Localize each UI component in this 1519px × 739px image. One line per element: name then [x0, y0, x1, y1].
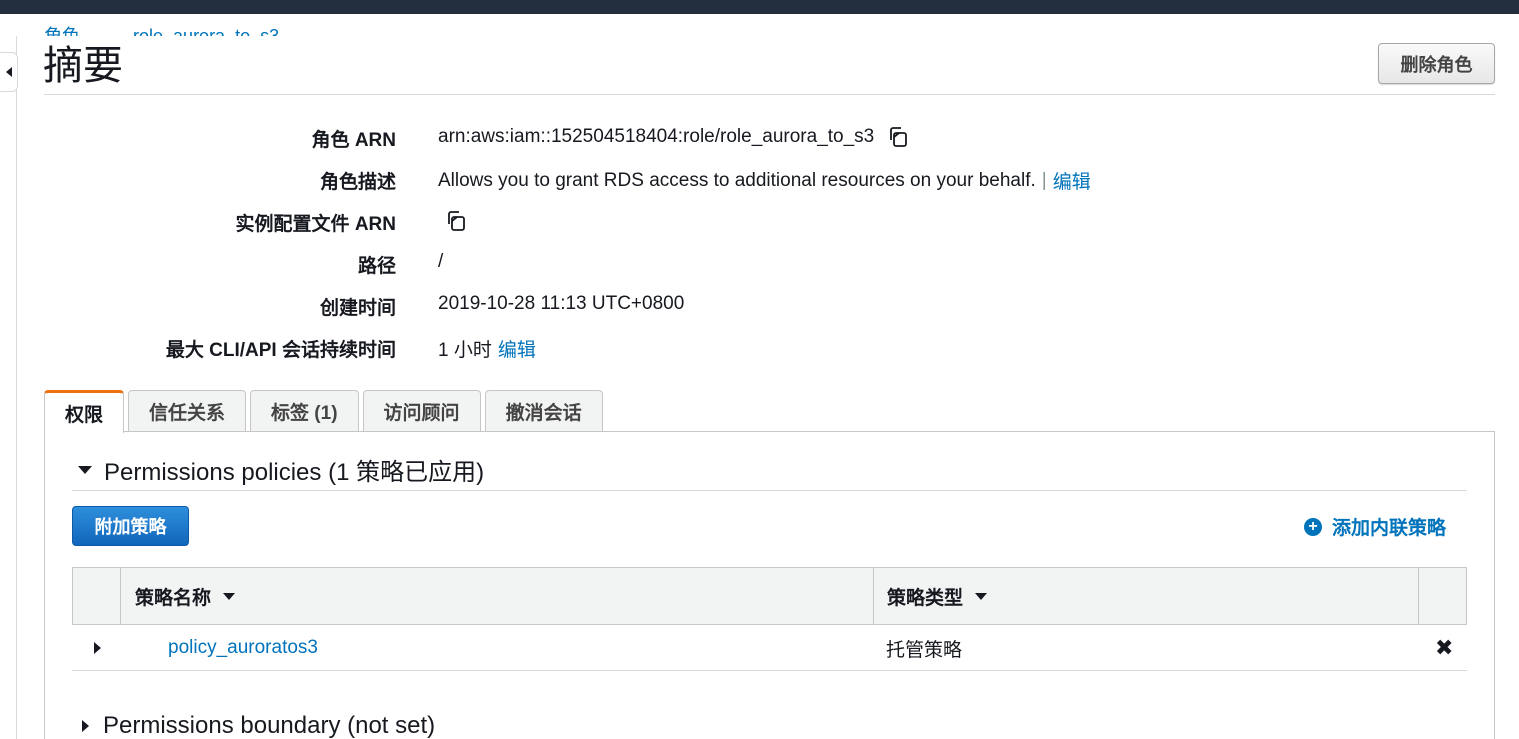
breadcrumb-current-role: role_aurora_to_s3 [133, 26, 280, 36]
tab-permissions[interactable]: 权限 [44, 390, 125, 433]
delete-role-button[interactable]: 删除角色 [1378, 43, 1495, 84]
caret-down-icon [78, 465, 92, 474]
max-session-value-group: 1 小时 编辑 [438, 335, 536, 362]
breadcrumb-roles-link[interactable]: 角色 [44, 26, 80, 36]
max-session-label: 最大 CLI/API 会话持续时间 [165, 340, 396, 361]
sort-caret-icon [223, 592, 236, 600]
tab-trust-relationships[interactable]: 信任关系 [128, 390, 247, 432]
description-value: Allows you to grant RDS access to additi… [438, 169, 1036, 191]
remove-policy-button[interactable]: ✖ [1435, 625, 1453, 671]
close-icon: ✖ [1435, 635, 1454, 660]
path-value: / [438, 251, 444, 272]
permissions-policies-toggle[interactable]: Permissions policies (1 策略已应用) [78, 452, 484, 487]
created-label: 创建时间 [319, 298, 396, 319]
plus-circle-icon: + [1304, 517, 1322, 536]
section-divider [72, 490, 1467, 491]
permissions-boundary-toggle[interactable]: Permissions boundary (not set) [78, 712, 435, 739]
breadcrumb: 角色 role_aurora_to_s3 [44, 16, 327, 36]
sort-caret-icon [975, 592, 988, 600]
summary-row-created: 创建时间 2019-10-28 11:13 UTC+0800 [0, 285, 1200, 327]
column-policy-name-label: 策略名称 [135, 587, 212, 609]
description-value-group: Allows you to grant RDS access to additi… [438, 167, 1091, 194]
policy-name-cell: policy_auroratos3 [168, 625, 318, 671]
edit-description-link[interactable]: 编辑 [1053, 167, 1091, 194]
description-label: 角色描述 [319, 172, 396, 193]
tab-tags[interactable]: 标签 (1) [250, 390, 359, 432]
policy-type-cell: 托管策略 [886, 639, 963, 661]
table-header: 策略名称 策略类型 [72, 567, 1467, 625]
max-session-value: 1 小时 [438, 340, 492, 361]
instance-profile-value-group [432, 209, 468, 233]
copy-icon[interactable] [886, 125, 910, 149]
top-navigation-bar [0, 0, 1519, 14]
created-value: 2019-10-28 11:13 UTC+0800 [438, 293, 685, 314]
summary-row-description: 角色描述 Allows you to grant RDS access to a… [0, 159, 1200, 201]
copy-icon[interactable] [444, 209, 468, 233]
role-arn-value: arn:aws:iam::152504518404:role/role_auro… [438, 126, 875, 147]
edit-max-session-link[interactable]: 编辑 [498, 335, 536, 362]
page-title: 摘要 [43, 44, 123, 88]
caret-right-icon [82, 720, 89, 732]
summary-row-max-session: 最大 CLI/API 会话持续时间 1 小时 编辑 [0, 327, 1200, 369]
add-inline-policy-label: 添加内联策略 [1332, 518, 1447, 539]
column-policy-type[interactable]: 策略类型 [887, 568, 988, 624]
summary-row-instance-profile: 实例配置文件 ARN [0, 201, 1200, 243]
row-expand-toggle[interactable] [94, 625, 101, 671]
permissions-boundary-title: Permissions boundary (not set) [103, 712, 436, 739]
tab-revoke-sessions[interactable]: 撤消会话 [484, 390, 603, 432]
column-policy-name[interactable]: 策略名称 [135, 568, 236, 624]
role-tabs: 权限 信任关系 标签 (1) 访问顾问 撤消会话 [44, 390, 603, 433]
policy-name-link[interactable]: policy_auroratos3 [168, 637, 318, 659]
summary-row-arn: 角色 ARN arn:aws:iam::152504518404:role/ro… [0, 117, 1200, 159]
column-divider [120, 568, 121, 624]
table-row: policy_auroratos3 托管策略 ✖ [72, 625, 1467, 671]
column-divider [873, 568, 874, 624]
column-divider [1418, 568, 1419, 624]
instance-profile-label: 实例配置文件 ARN [235, 214, 396, 235]
add-inline-policy-link[interactable]: + 添加内联策略 [1304, 513, 1446, 540]
role-arn-value-group: arn:aws:iam::152504518404:role/role_auro… [438, 125, 910, 149]
column-policy-type-label: 策略类型 [887, 587, 964, 609]
tab-access-advisor[interactable]: 访问顾问 [362, 390, 481, 432]
attach-policy-button[interactable]: 附加策略 [72, 506, 189, 546]
caret-right-icon [94, 642, 101, 654]
title-divider [44, 94, 1495, 95]
role-arn-label: 角色 ARN [311, 130, 396, 151]
description-separator: | [1041, 169, 1047, 191]
sidebar-toggle-button[interactable] [0, 52, 18, 92]
permissions-policies-title: Permissions policies (1 策略已应用) [104, 459, 485, 486]
summary-row-path: 路径 / [0, 243, 1200, 285]
path-label: 路径 [357, 256, 396, 277]
